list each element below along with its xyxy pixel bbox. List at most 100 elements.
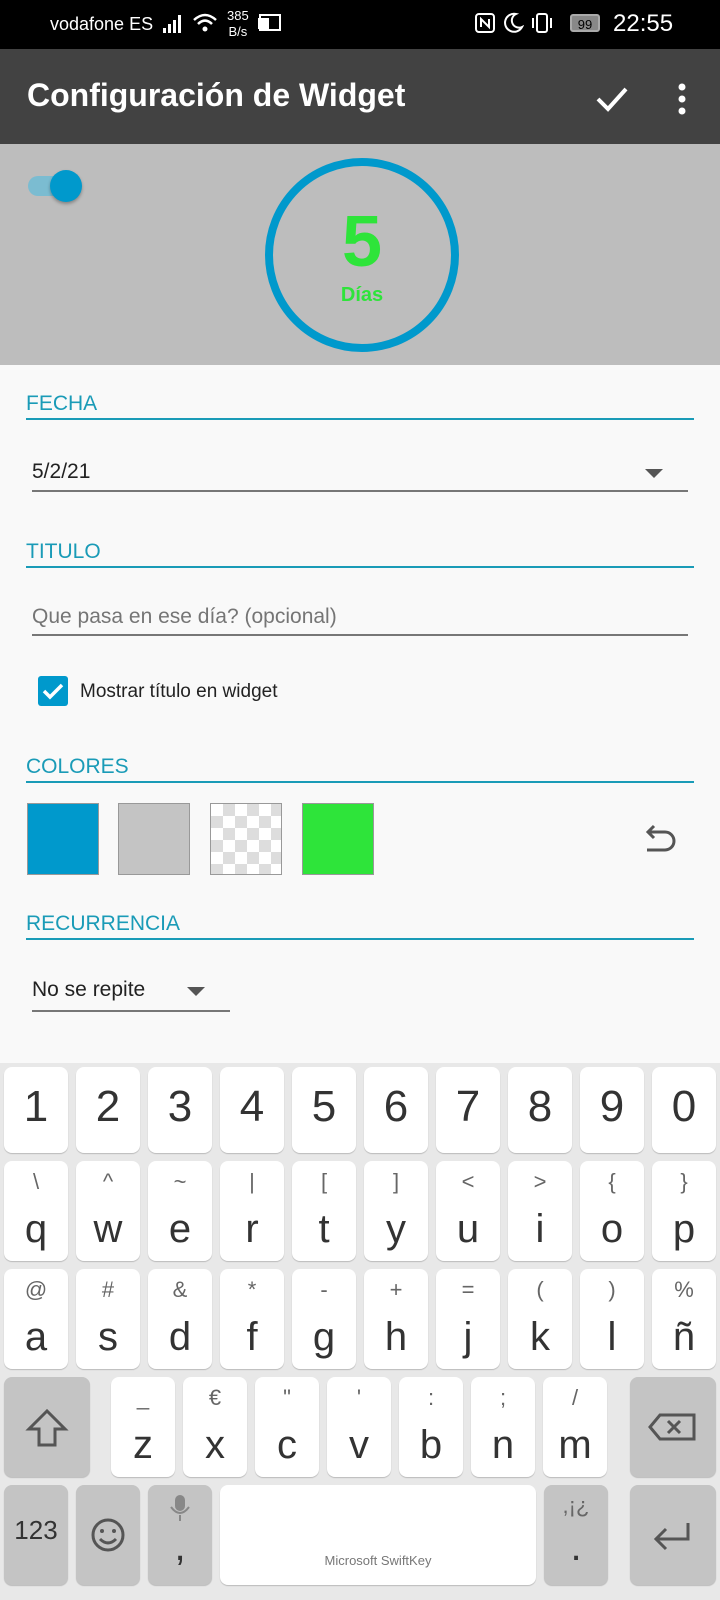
key-label: b [419, 1423, 443, 1467]
key-0[interactable]: 0 [652, 1067, 716, 1153]
widget-toggle[interactable] [28, 168, 86, 204]
shift-key[interactable] [4, 1377, 90, 1477]
key-k[interactable]: (k [508, 1269, 572, 1369]
key-label: 4 [239, 1082, 265, 1131]
key-alt-label: \ [32, 1169, 40, 1194]
key-2[interactable]: 2 [76, 1067, 140, 1153]
key-p[interactable]: } p [652, 1161, 716, 1261]
key-r[interactable]: | r [220, 1161, 284, 1261]
key-alt-label: ] [392, 1169, 400, 1194]
signal-icon [163, 15, 181, 33]
title-input[interactable] [32, 600, 688, 636]
key-alt-label: ' [356, 1385, 362, 1410]
key-alt-label: " [283, 1385, 291, 1410]
app-bar: Configuración de Widget [0, 49, 720, 144]
key-7[interactable]: 7 [436, 1067, 500, 1153]
recurrence-dropdown-icon [187, 987, 205, 996]
key-m[interactable]: / m [543, 1377, 607, 1477]
more-vert-icon[interactable] [670, 79, 694, 119]
outlook-notification-icon [258, 14, 281, 31]
key-label: a [24, 1315, 48, 1359]
key-label: s [98, 1315, 118, 1359]
key-label: 1 [23, 1082, 49, 1131]
enter-key[interactable] [630, 1485, 716, 1585]
key-t[interactable]: [t [292, 1161, 356, 1261]
key-6[interactable]: 6 [364, 1067, 428, 1153]
key-n[interactable]: ; n [471, 1377, 535, 1477]
backspace-key[interactable] [630, 1377, 716, 1477]
key-label: v [349, 1423, 369, 1467]
key-label: 3 [167, 1082, 193, 1131]
key-e[interactable]: ~ e [148, 1161, 212, 1261]
key-v[interactable]: ' v [327, 1377, 391, 1477]
key-1[interactable]: 1 [4, 1067, 68, 1153]
key-label: 6 [383, 1082, 409, 1131]
color-swatch-transparent[interactable] [210, 803, 282, 875]
net-speed-unit: B/s [228, 24, 248, 39]
key-label: r [245, 1207, 259, 1251]
period-key[interactable]: ,¡¿. [544, 1485, 608, 1585]
key-c[interactable]: " c [255, 1377, 319, 1477]
key-label: 8 [527, 1082, 553, 1131]
recurrence-field[interactable]: No se repite [32, 978, 230, 1012]
key-label: z [133, 1423, 153, 1467]
key-alt-label: % [674, 1277, 694, 1302]
key-u[interactable]: < u [436, 1161, 500, 1261]
key-3[interactable]: 3 [148, 1067, 212, 1153]
key-j[interactable]: = j [436, 1269, 500, 1369]
key-label: h [384, 1315, 408, 1359]
key-s[interactable]: # s [76, 1269, 140, 1369]
key-9[interactable]: 9 [580, 1067, 644, 1153]
nfc-icon [475, 13, 495, 33]
key-ñ[interactable]: % ñ [652, 1269, 716, 1369]
key-label: 0 [671, 1082, 697, 1131]
key-alt-label: } [680, 1169, 688, 1194]
key-4[interactable]: 4 [220, 1067, 284, 1153]
key-alt-label: ,¡¿ [562, 1493, 590, 1518]
key-d[interactable]: & d [148, 1269, 212, 1369]
key-f[interactable]: * f [220, 1269, 284, 1369]
color-swatch-ring[interactable] [27, 803, 99, 875]
wifi-icon [193, 13, 217, 32]
key-label: 9 [599, 1082, 625, 1131]
key-q[interactable]: \ q [4, 1161, 68, 1261]
keyboard: 1 2 3 4 5 6 7 8 9 0 \ q ^ w ~ e | r[t] y < u > i{o} p @ a # s & d * f - g… [0, 1063, 720, 1600]
key-h[interactable]: + h [364, 1269, 428, 1369]
key-o[interactable]: {o [580, 1161, 644, 1261]
date-field[interactable]: 5/2/21 [32, 460, 688, 492]
key-5[interactable]: 5 [292, 1067, 356, 1153]
key-a[interactable]: @ a [4, 1269, 68, 1369]
date-dropdown-icon [645, 469, 663, 478]
key-x[interactable]: € x [183, 1377, 247, 1477]
key-alt-label: @ [24, 1277, 48, 1302]
key-b[interactable]: :b [399, 1377, 463, 1477]
key-l[interactable]: ) l [580, 1269, 644, 1369]
emoji-key[interactable] [76, 1485, 140, 1585]
key-i[interactable]: > i [508, 1161, 572, 1261]
comma-key[interactable]: , [148, 1485, 212, 1585]
key-alt-label: + [389, 1277, 403, 1302]
key-label: o [600, 1207, 624, 1251]
space-key[interactable]: Microsoft SwiftKey [220, 1485, 536, 1585]
key-label: f [246, 1315, 258, 1359]
key-z[interactable]: _ z [111, 1377, 175, 1477]
color-swatch-text[interactable] [302, 803, 374, 875]
backspace-icon [648, 1413, 696, 1441]
key-g[interactable]: -g [292, 1269, 356, 1369]
key-alt-label: ; [499, 1385, 507, 1410]
key-label: n [491, 1423, 515, 1467]
color-swatch-background[interactable] [118, 803, 190, 875]
emoji-icon [91, 1518, 125, 1552]
reset-colors-icon[interactable] [637, 820, 681, 864]
key-8[interactable]: 8 [508, 1067, 572, 1153]
key-label: e [168, 1207, 192, 1251]
countdown-ring: 5 Días [265, 158, 459, 352]
key-w[interactable]: ^ w [76, 1161, 140, 1261]
key-alt-label: * [247, 1277, 257, 1302]
check-icon[interactable] [592, 79, 632, 119]
show-title-checkbox[interactable] [38, 676, 68, 706]
key-y[interactable]: ] y [364, 1161, 428, 1261]
key-label: d [168, 1315, 192, 1359]
mode-switch-key[interactable]: 123 [4, 1485, 68, 1585]
toggle-thumb [50, 170, 82, 202]
